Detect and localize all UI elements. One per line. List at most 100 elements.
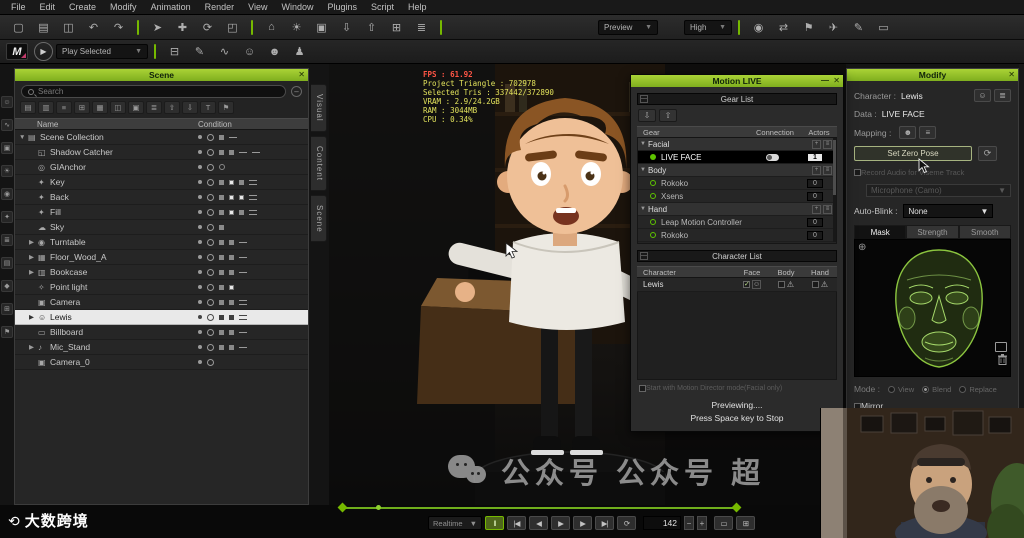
checkbox-icon[interactable] [639,385,646,392]
tree-row-billboard[interactable]: ▭ Billboard [15,325,308,340]
refresh-icon[interactable]: ⟳ [978,146,997,161]
condition-sq-icon[interactable] [229,329,234,335]
person-icon[interactable]: ☺ [238,42,261,61]
actors-count[interactable]: 0 [807,178,823,188]
condition-eye-icon[interactable] [207,133,214,141]
condition-dash-icon[interactable] [239,271,247,273]
mapping-edit-icon[interactable]: ☻ [899,126,917,139]
vehicle-icon[interactable]: ⊟ [163,42,186,61]
new-scene-icon[interactable]: ▢ [7,18,30,37]
tab-smooth[interactable]: Smooth [958,225,1011,239]
play-circle-button[interactable]: ▶ [34,42,53,61]
condition-eye-icon[interactable] [207,163,214,171]
condition-sq-icon[interactable] [229,299,234,305]
condition-eye-icon[interactable] [207,313,214,321]
tree-row-camera[interactable]: ▣ Camera [15,295,308,310]
camera-view-icon[interactable]: ▭ [714,516,733,530]
radio-icon[interactable] [888,385,895,393]
menu-render[interactable]: Render [198,0,242,15]
undo-icon[interactable]: ↶ [82,18,105,37]
condition-dash-icon[interactable] [252,151,260,153]
group-menu-icon[interactable]: ≡ [823,204,832,214]
menu-animation[interactable]: Animation [144,0,198,15]
actors-count[interactable]: 0 [807,217,823,227]
condition-dot-icon[interactable] [198,315,202,319]
rotate-tool-icon[interactable]: ⟳ [196,18,219,37]
microphone-dropdown[interactable]: Microphone (Camo) ▼ [866,184,1011,197]
condition-dash-icon[interactable] [229,136,237,138]
condition-dot-icon[interactable] [198,195,202,199]
plane-icon[interactable]: ✈ [822,18,845,37]
condition-dot-icon[interactable] [198,345,202,349]
menu-script[interactable]: Script [364,0,401,15]
condition-lines-icon[interactable] [249,209,257,215]
loop-button[interactable]: ⟳ [617,516,636,530]
radio-icon[interactable] [959,385,967,393]
tree-row-back[interactable]: ✦ Back [15,190,308,205]
condition-sq-icon[interactable] [239,179,244,185]
expand-arrow-icon[interactable]: ▶ [29,343,38,351]
condition-dot-icon[interactable] [198,150,202,154]
condition-dot-icon[interactable] [198,360,202,364]
pencil-icon[interactable]: ✎ [188,42,211,61]
name-column-header[interactable]: Name [15,120,198,129]
sort-icon[interactable]: ≡ [56,101,72,114]
gear-row-hand[interactable]: ▼ Hand + ≡ [638,203,836,216]
condition-eye-icon[interactable] [207,268,214,276]
dock-layer-icon[interactable]: ▤ [1,257,13,269]
checkbox-icon[interactable] [743,280,750,288]
group-add-icon[interactable]: + [812,139,821,149]
zoom-icon[interactable]: ⊕ [858,242,866,253]
camera-home-icon[interactable]: ⌂ [260,18,283,37]
menu-modify[interactable]: Modify [103,0,144,15]
move-up-icon[interactable]: ⇧ [164,101,180,114]
condition-sq-icon[interactable] [219,284,224,290]
text-filter-icon[interactable]: T [200,101,216,114]
condition-sqw-icon[interactable] [229,284,234,290]
tree-row-shadow-catcher[interactable]: ◱ Shadow Catcher [15,145,308,160]
pen-icon[interactable]: ✎ [847,18,870,37]
dock-tab-content[interactable]: Content [311,135,327,191]
pose-icon[interactable]: ♟ [288,42,311,61]
menu-plugins[interactable]: Plugins [321,0,365,15]
import-icon[interactable]: ⇩ [335,18,358,37]
show-prop-icon[interactable]: ▣ [128,101,144,114]
view-list-icon[interactable]: ▤ [20,101,36,114]
clapper-icon[interactable]: ▭ [872,18,895,37]
flag-filter-icon[interactable]: ⚑ [218,101,234,114]
condition-dot-icon[interactable] [198,255,202,259]
condition-sq-icon[interactable] [219,149,224,155]
condition-sq-icon[interactable] [219,194,224,200]
condition-lines-icon[interactable] [239,314,247,320]
checkbox-icon[interactable] [811,281,819,288]
expand-arrow-icon[interactable]: ▼ [638,206,648,212]
scale-tool-icon[interactable]: ◰ [221,18,244,37]
actors-count[interactable]: 0 [807,191,823,201]
save-file-icon[interactable]: ◫ [57,18,80,37]
condition-dot-icon[interactable] [198,300,202,304]
dock-script-icon[interactable]: ≣ [1,234,13,246]
menu-window[interactable]: Window [274,0,320,15]
condition-sq-icon[interactable] [219,134,224,140]
condition-sq-icon[interactable] [239,209,244,215]
play-selected-dropdown[interactable]: Play Selected ▼ [56,44,148,59]
show-lines-icon[interactable]: ≣ [146,101,162,114]
group-add-icon[interactable]: + [812,204,821,214]
connection-toggle[interactable] [765,153,779,161]
condition-eye-icon[interactable] [207,223,214,231]
expand-arrow-icon[interactable]: ▶ [29,253,38,261]
condition-sq-icon[interactable] [219,299,224,305]
condition-eye-icon[interactable] [207,328,214,336]
character-list-icon[interactable]: ≣ [994,89,1011,102]
mapping-settings-icon[interactable]: ≡ [919,126,937,139]
jump-end-button[interactable]: ▶| [595,516,614,530]
condition-sq-icon[interactable] [219,344,224,350]
condition-dot-icon[interactable] [198,210,202,214]
auto-blink-dropdown[interactable]: None ▼ [903,204,994,218]
face-cell[interactable]: ☺ [735,280,769,289]
condition-sq-icon[interactable] [219,254,224,260]
expand-arrow-icon[interactable]: ▼ [19,134,28,141]
tree-row-mic-stand[interactable]: ▶ ♪ Mic_Stand [15,340,308,355]
menu-view[interactable]: View [241,0,274,15]
condition-dash-icon[interactable] [239,241,247,243]
